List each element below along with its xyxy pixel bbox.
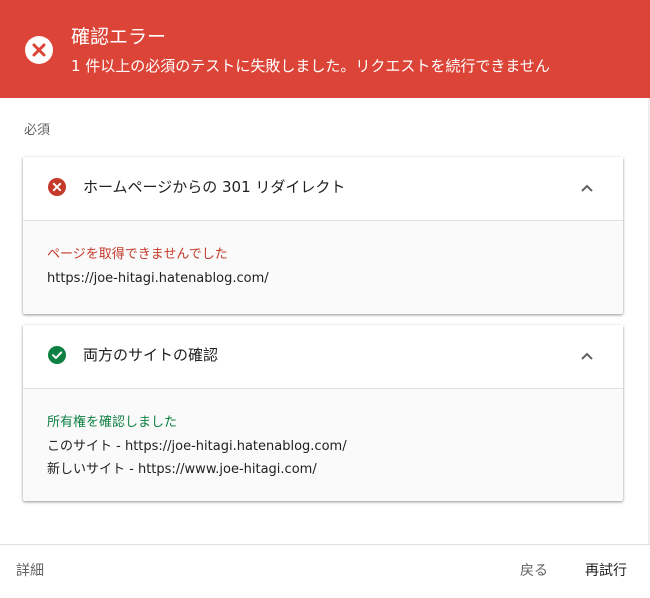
check-details: ページを取得できませんでした https://joe-hitagi.hatena… (47, 245, 599, 289)
check-details: 所有権を確認しました このサイト - https://joe-hitagi.ha… (47, 413, 599, 480)
check-card-header[interactable]: ホームページからの 301 リダイレクト (23, 157, 623, 221)
chevron-up-icon[interactable] (577, 178, 597, 198)
banner-subtitle: 1 件以上の必須のテストに失敗しました。リクエストを続行できません (71, 57, 550, 75)
error-circle-icon (25, 36, 53, 64)
check-card-header[interactable]: 両方のサイトの確認 (23, 325, 623, 389)
check-title: ホームページからの 301 リダイレクト (83, 178, 346, 196)
check-message: ページを取得できませんでした (47, 247, 228, 262)
chevron-up-icon[interactable] (577, 346, 597, 366)
check-card-redirect: ホームページからの 301 リダイレクト ページを取得できませんでした http… (23, 157, 623, 314)
check-detail-line: このサイト - https://joe-hitagi.hatenablog.co… (47, 439, 347, 454)
retry-button[interactable]: 再試行 (585, 560, 627, 582)
back-button[interactable]: 戻る (520, 560, 548, 582)
footer-divider (0, 544, 650, 545)
banner-title: 確認エラー (71, 26, 167, 48)
check-message: 所有権を確認しました (47, 415, 178, 430)
details-button[interactable]: 詳細 (16, 560, 44, 582)
check-detail-line: https://joe-hitagi.hatenablog.com/ (47, 271, 269, 286)
check-card-verification: 両方のサイトの確認 所有権を確認しました このサイト - https://joe… (23, 325, 623, 501)
check-detail-line: 新しいサイト - https://www.joe-hitagi.com/ (47, 462, 317, 477)
success-status-icon (48, 346, 66, 364)
error-banner: 確認エラー 1 件以上の必須のテストに失敗しました。リクエストを続行できません (0, 0, 650, 98)
error-status-icon (48, 178, 66, 196)
check-title: 両方のサイトの確認 (83, 346, 219, 364)
section-label-required: 必須 (24, 123, 51, 138)
